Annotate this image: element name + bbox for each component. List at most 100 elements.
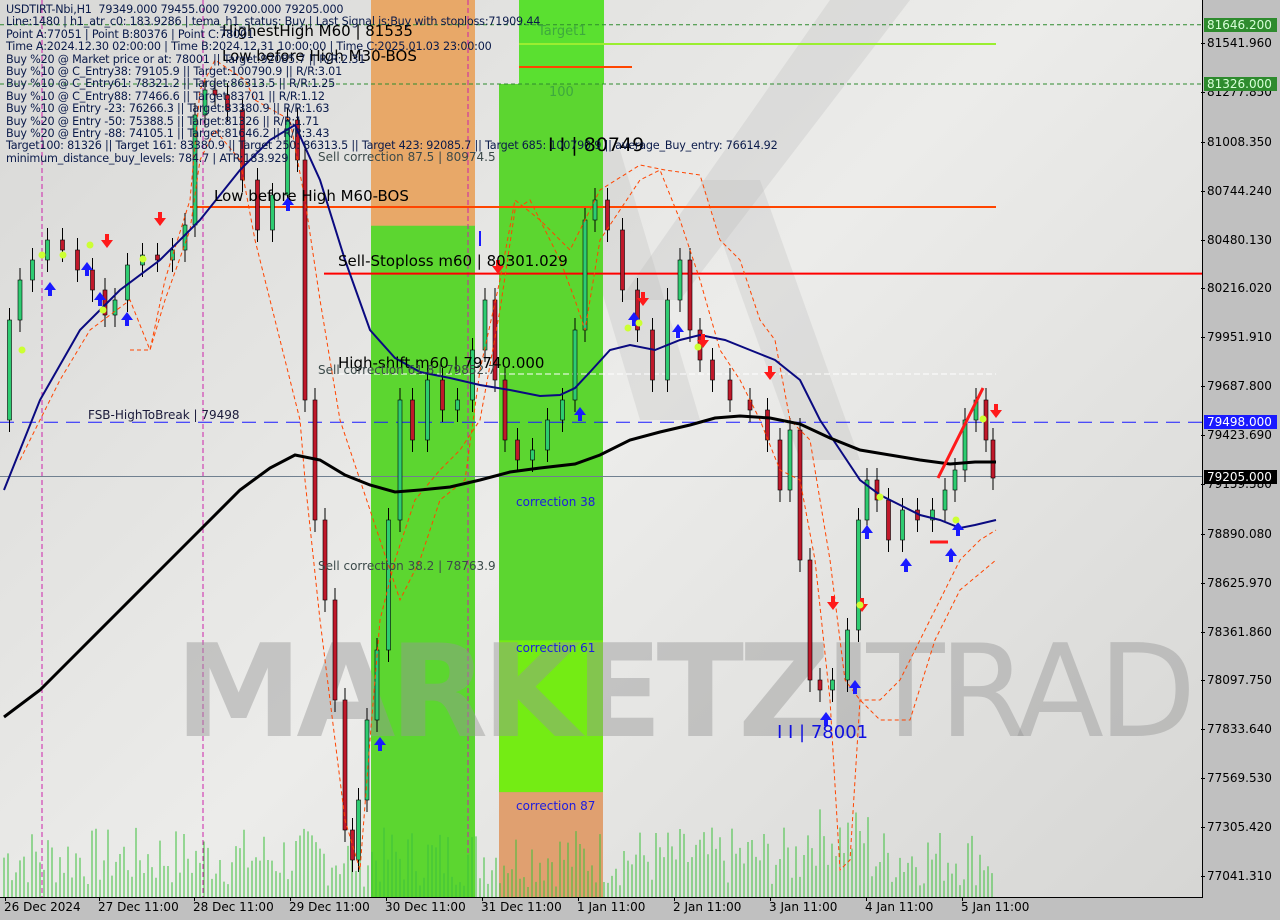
info-line: Buy %10 @ Entry -23: 76266.3 || Target:8…: [6, 102, 330, 116]
price-tick-label: 79423.690: [1201, 428, 1272, 443]
sell-arrow-icon: [101, 234, 113, 248]
buy-arrow-icon: [900, 558, 912, 572]
price-tick-label: 77569.530: [1201, 771, 1272, 786]
star-marker-icon: [624, 324, 632, 332]
candle-bull: [830, 679, 835, 691]
candle-bull: [942, 489, 948, 511]
time-tick-label: 30 Dec 11:00: [385, 897, 466, 914]
candle-bull: [560, 399, 565, 421]
candle-bear: [990, 439, 996, 479]
candle-bull: [787, 429, 793, 491]
candle-bear: [727, 379, 733, 401]
candle-bear: [350, 829, 355, 861]
sell-arrow-icon: [764, 366, 776, 380]
envelope-lower-line: [19, 129, 997, 872]
chart-plot-area[interactable]: MARKETZITRADE USDTIRT-Nbi,H1 79349.000 7…: [0, 0, 1203, 898]
price-tick-label: 80480.130: [1201, 232, 1272, 247]
info-line: minimum_distance_buy_levels: 784.7 | ATR…: [6, 151, 289, 165]
star-marker-icon: [635, 319, 643, 327]
time-tick-label: 1 Jan 11:00: [577, 897, 646, 914]
price-tick-label: 79951.910: [1201, 330, 1272, 345]
candle-bull: [845, 629, 850, 681]
candle-bear: [605, 199, 610, 231]
time-tick-label: 5 Jan 11:00: [961, 897, 1030, 914]
buy-arrow-icon: [44, 282, 56, 296]
price-tick-label: 77833.640: [1201, 722, 1272, 737]
buy-arrow-icon: [374, 737, 386, 751]
time-tick-label: 26 Dec 2024: [4, 897, 81, 914]
star-marker-icon: [59, 251, 67, 259]
candle-bear: [797, 429, 803, 561]
point-c-label: I I | 78001: [777, 722, 869, 743]
candle-bull: [7, 319, 12, 421]
candle-bear: [440, 379, 445, 411]
time-tick-label: 4 Jan 11:00: [865, 897, 934, 914]
moving-average-navy-line: [3, 123, 997, 530]
correction-87-label: correction 87: [516, 799, 596, 813]
candle-bull: [677, 259, 683, 301]
price-tick-label: 78361.860: [1201, 624, 1272, 639]
sell-correction-618-label: Sell correction 61.8 | 79852.7: [318, 363, 496, 377]
candle-bear: [332, 599, 338, 701]
candle-bull: [397, 399, 403, 521]
price-level-badge: 81326.000: [1204, 76, 1277, 91]
candle-bear: [650, 329, 655, 381]
sell-correction-382-label: Sell correction 38.2 | 78763.9: [318, 559, 496, 573]
buy-arrow-icon: [574, 407, 586, 421]
price-tick-label: 81008.350: [1201, 134, 1272, 149]
star-marker-icon: [856, 601, 864, 609]
candle-bull: [374, 649, 380, 721]
candle-bear: [777, 439, 783, 491]
star-marker-icon: [952, 516, 960, 524]
info-line: Time A:2024.12.30 02:00:00 | Time B:2024…: [6, 40, 492, 54]
time-axis[interactable]: 26 Dec 2024 27 Dec 11:00 28 Dec 11:00 29 De…: [0, 897, 1202, 920]
buy-arrow-icon: [945, 548, 957, 562]
star-marker-icon: [38, 251, 46, 259]
star-marker-icon: [99, 306, 107, 314]
candle-bull: [582, 219, 588, 331]
price-tick-label: 78625.970: [1201, 575, 1272, 590]
candle-bull: [530, 449, 535, 461]
candle-bear: [687, 259, 693, 331]
time-tick-label: 27 Dec 11:00: [98, 897, 179, 914]
price-level-badge: 79498.000: [1204, 415, 1277, 430]
candle-bull: [356, 799, 361, 861]
candle-bear: [817, 679, 823, 691]
price-tick-label: 80216.020: [1201, 281, 1272, 296]
price-tick-label: 78097.750: [1201, 673, 1272, 688]
buy-arrow-icon: [121, 312, 133, 326]
sell-arrow-icon: [827, 596, 839, 610]
price-tick-label: 81541.960: [1201, 36, 1272, 50]
sell-arrow-icon: [154, 212, 166, 226]
candle-bull: [900, 509, 905, 541]
candle-bull: [665, 299, 670, 381]
info-line: Line:1480 | h1_atr_c0: 183.9286 | tema_h…: [6, 15, 541, 29]
candle-bear: [807, 559, 813, 681]
candle-bull: [17, 279, 23, 321]
price-tick-label: 77041.310: [1201, 869, 1272, 883]
price-level-badge: 79205.000: [1204, 469, 1277, 484]
sell-arrow-icon: [990, 404, 1002, 418]
candle-bear: [342, 699, 348, 831]
star-marker-icon: [876, 493, 884, 501]
candle-bull: [425, 379, 430, 441]
candle-bull: [30, 259, 35, 281]
time-tick-label: 3 Jan 11:00: [769, 897, 838, 914]
sell-stoploss-label: Sell-Stoploss m60 | 80301.029: [338, 252, 568, 270]
price-axis[interactable]: 81541.960 81277.850 81008.350 80744.240 8048…: [1201, 0, 1280, 897]
candle-bull: [856, 519, 861, 631]
buy-arrow-icon: [672, 324, 684, 338]
star-marker-icon: [18, 346, 26, 354]
buy-arrow-icon: [952, 522, 964, 536]
star-marker-icon: [139, 255, 147, 263]
candle-bear: [75, 249, 80, 271]
candle-bull: [45, 239, 50, 261]
time-tick-label: 28 Dec 11:00: [193, 897, 274, 914]
candle-bear: [410, 399, 415, 441]
price-tick-label: 80744.240: [1201, 183, 1272, 198]
time-tick-label: 29 Dec 11:00: [289, 897, 370, 914]
candle-bear: [747, 399, 753, 411]
candle-bull: [455, 399, 460, 411]
time-tick-label: 31 Dec 11:00: [481, 897, 562, 914]
indicator-info-panel: USDTIRT-Nbi,H1 79349.000 79455.000 79200…: [6, 3, 778, 165]
